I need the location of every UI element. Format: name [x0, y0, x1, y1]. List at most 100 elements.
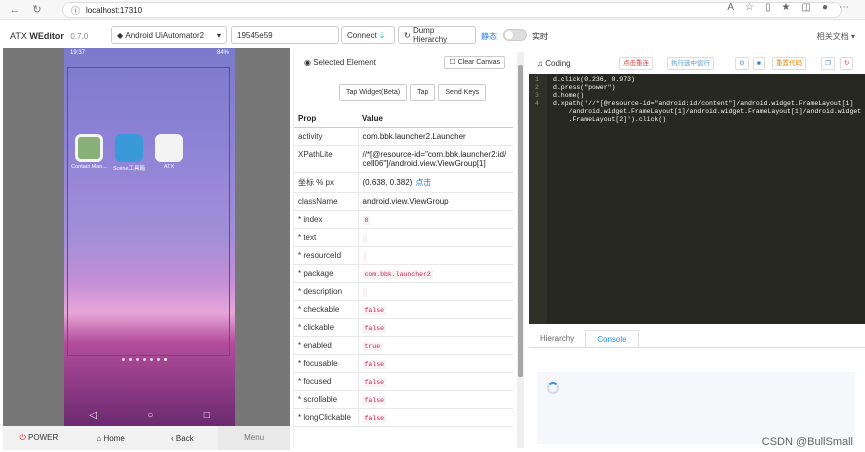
info-icon: ⓘ: [71, 5, 81, 16]
table-row: * description: [294, 282, 513, 301]
phone-time: 19:37: [70, 50, 86, 56]
url-text: localhost:17310: [86, 5, 143, 15]
prop-name: * focusable: [294, 354, 359, 373]
static-label: 静态: [481, 32, 497, 41]
connect-button[interactable]: Connect ⇣: [341, 26, 395, 44]
clear-canvas-label: Clear Canvas: [457, 59, 500, 66]
reset-code-button[interactable]: 重置代码: [772, 57, 806, 70]
bottom-tabs: Hierarchy Console: [529, 330, 865, 348]
table-header: Prop Value: [294, 110, 513, 128]
device-buttons: ⏻ POWER ⌂ Home ‹ Back Menu: [3, 426, 290, 450]
favorite-icon[interactable]: ☆: [745, 2, 754, 13]
device-panel: 19:37 84% Contact Man... Scene工具箱 ATX ◁ …: [3, 48, 290, 450]
line-number: 1: [535, 76, 539, 83]
prop-value-code: [362, 252, 367, 261]
prop-name: * clickable: [294, 318, 359, 337]
recents-square-icon[interactable]: □: [204, 410, 210, 421]
prop-value: com.bbk.launcher2.Launcher: [358, 127, 513, 146]
gear-icon: ⚙: [739, 60, 745, 67]
back-triangle-icon[interactable]: ◁: [89, 410, 97, 421]
reconnect-label: 点击重连: [623, 60, 649, 67]
run-selected-button[interactable]: 执行选中运行: [667, 57, 714, 70]
prop-name: * checkable: [294, 300, 359, 319]
copy-icon: ❐: [825, 60, 831, 67]
refresh-icon: ↻: [404, 30, 413, 40]
prop-value: true: [358, 336, 513, 355]
home-icon: ⌂: [96, 433, 102, 443]
prop-name: * enabled: [294, 336, 359, 355]
home-label: Home: [103, 433, 125, 443]
brand-name: WEditor: [29, 30, 64, 41]
brand: ATX WEditor 0.7.0: [10, 31, 88, 41]
code-text: d.click(0.236, 0.973): [553, 76, 635, 83]
copy-button[interactable]: ❐: [821, 57, 835, 70]
prop-value-code: false: [362, 378, 387, 387]
reload-icon[interactable]: ↻: [30, 3, 44, 17]
code-text: d.home(): [553, 92, 585, 99]
reload-code-button[interactable]: ↻: [840, 57, 854, 70]
back-icon[interactable]: ←: [8, 3, 22, 17]
prop-name: 坐标 % px: [294, 172, 359, 193]
prop-value: [358, 282, 513, 301]
prop-name: activity: [294, 127, 359, 146]
read-aloud-icon[interactable]: A: [727, 2, 734, 13]
phone-screen[interactable]: 19:37 84% Contact Man... Scene工具箱 ATX ◁ …: [64, 48, 235, 426]
power-button[interactable]: ⏻ POWER: [3, 433, 75, 443]
docs-menu[interactable]: 相关文档 ▾: [817, 31, 855, 42]
prop-value-code: false: [362, 360, 387, 369]
line-number-gutter: [529, 74, 547, 324]
prop-value-code: false: [362, 396, 387, 405]
serial-input[interactable]: 19545e59: [231, 26, 339, 44]
brand-atx: ATX: [10, 30, 27, 41]
prop-value-code: [362, 234, 367, 243]
live-toggle[interactable]: [503, 29, 527, 41]
settings-button[interactable]: ⚙: [735, 57, 749, 70]
address-bar[interactable]: ⓘ localhost:17310: [62, 2, 842, 18]
more-icon[interactable]: ⋯: [839, 2, 849, 13]
profile-icon[interactable]: ●: [822, 2, 828, 13]
dump-hierarchy-button[interactable]: ↻ Dump Hierarchy: [398, 26, 476, 44]
table-row: * resourceId: [294, 246, 513, 265]
page-indicator: [122, 358, 167, 361]
home-button[interactable]: ⌂ Home: [75, 434, 147, 443]
watermark: CSDN @BullSmall: [761, 436, 853, 448]
favorites-icon[interactable]: ★: [782, 2, 791, 13]
split-icon[interactable]: ▯: [765, 2, 771, 13]
prop-name: * text: [294, 228, 359, 247]
line-number: 3: [535, 92, 539, 99]
tab-console[interactable]: Console: [585, 330, 639, 347]
table-row: * scrollable false: [294, 390, 513, 409]
back-label: Back: [175, 433, 194, 443]
connect-label: Connect: [347, 30, 377, 40]
reconnect-button[interactable]: 点击重连: [619, 57, 653, 70]
home-circle-icon[interactable]: ○: [147, 410, 153, 421]
collections-icon[interactable]: ◫: [802, 2, 811, 13]
coding-title-text: Coding: [545, 58, 571, 68]
table-row: 坐标 % px (0.638, 0.382) 点击: [294, 172, 513, 193]
back-button[interactable]: ‹ Back: [147, 434, 219, 443]
prop-name: * package: [294, 264, 359, 283]
prop-value-code: false: [362, 306, 387, 315]
click-link[interactable]: 点击: [415, 178, 431, 187]
phone-status-bar: 19:37 84%: [70, 50, 229, 58]
code-editor[interactable]: 1 d.click(0.236, 0.973) 2 d.press("power") 3…: [529, 74, 865, 324]
version: 0.7.0: [70, 31, 89, 41]
platform-select[interactable]: ◆ Android UiAutomator2 ▾: [111, 26, 227, 44]
panel-title-text: Selected Element: [313, 58, 376, 67]
app-header: ATX WEditor 0.7.0 ◆ Android UiAutomator2…: [0, 25, 865, 46]
send-keys-button[interactable]: Send Keys: [438, 84, 487, 101]
prop-header: Prop: [294, 110, 358, 128]
tap-widget-button[interactable]: Tap Widget(Beta): [339, 84, 408, 101]
table-row: * index 0: [294, 210, 513, 229]
clear-canvas-button[interactable]: ☐ Clear Canvas: [444, 56, 505, 69]
prop-value: (0.638, 0.382) 点击: [358, 172, 513, 193]
table-row: * enabled true: [294, 336, 513, 355]
run-selected-label: 执行选中运行: [671, 60, 710, 67]
panel-scrollbar[interactable]: [517, 52, 524, 448]
chevron-left-icon: ‹: [171, 433, 174, 443]
table-row: * focused false: [294, 372, 513, 391]
tab-hierarchy[interactable]: Hierarchy: [529, 330, 585, 347]
menu-button[interactable]: Menu: [218, 426, 290, 450]
tap-button[interactable]: Tap: [410, 84, 436, 101]
stop-button[interactable]: ■: [753, 57, 765, 70]
